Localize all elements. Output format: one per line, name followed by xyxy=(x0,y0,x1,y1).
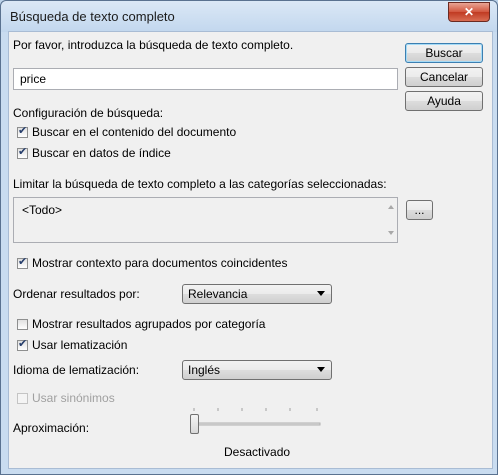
grouped-results-checkbox[interactable]: Mostrar resultados agrupados por categor… xyxy=(17,317,265,331)
search-content-checkbox[interactable]: Buscar en el contenido del documento xyxy=(17,124,237,139)
sort-selected-value: Relevancia xyxy=(188,287,248,301)
slider-thumb[interactable] xyxy=(190,414,199,434)
checkbox-icon[interactable] xyxy=(17,318,28,330)
search-content-label: Buscar en el contenido del documento xyxy=(32,125,237,139)
window-title: Búsqueda de texto completo xyxy=(10,9,175,24)
dialog-window: Búsqueda de texto completo ✕ Por favor, … xyxy=(0,0,498,475)
close-button[interactable]: ✕ xyxy=(448,2,490,22)
show-context-label: Mostrar contexto para documentos coincid… xyxy=(32,256,288,270)
lemmatization-checkbox[interactable]: Usar lematización xyxy=(17,337,128,352)
categories-list[interactable]: <Todo> xyxy=(13,197,398,243)
list-item[interactable]: <Todo> xyxy=(22,203,62,217)
config-heading: Configuración de búsqueda: xyxy=(13,106,164,120)
approximation-slider[interactable] xyxy=(189,405,322,435)
scroll-up-icon[interactable] xyxy=(388,205,394,209)
chevron-down-icon xyxy=(317,291,325,296)
search-index-checkbox[interactable]: Buscar en datos de índice xyxy=(17,145,171,160)
checkbox-icon[interactable] xyxy=(17,145,28,159)
lemma-language-value: Inglés xyxy=(188,363,221,377)
grouped-results-label: Mostrar resultados agrupados por categor… xyxy=(32,317,266,331)
search-index-label: Buscar en datos de índice xyxy=(32,146,171,160)
lemma-language-select[interactable]: Inglés xyxy=(182,360,332,380)
sort-label: Ordenar resultados por: xyxy=(13,287,140,301)
browse-categories-button[interactable]: ... xyxy=(406,200,433,220)
dialog-body: Por favor, introduzca la búsqueda de tex… xyxy=(8,31,493,469)
search-button[interactable]: Buscar xyxy=(405,43,483,63)
cancel-button[interactable]: Cancelar xyxy=(405,67,483,87)
checkbox-icon[interactable] xyxy=(17,337,28,351)
show-context-checkbox[interactable]: Mostrar contexto para documentos coincid… xyxy=(17,255,288,270)
scroll-down-icon[interactable] xyxy=(388,231,394,235)
approximation-label: Aproximación: xyxy=(13,421,90,435)
help-button[interactable]: Ayuda xyxy=(405,91,483,111)
slider-track-icon xyxy=(190,408,321,426)
search-input[interactable]: price xyxy=(13,68,398,90)
categories-label: Limitar la búsqueda de texto completo a … xyxy=(13,177,387,191)
checkbox-icon xyxy=(17,392,28,404)
search-prompt: Por favor, introduzca la búsqueda de tex… xyxy=(13,38,294,52)
synonyms-label: Usar sinónimos xyxy=(32,391,115,405)
checkbox-icon[interactable] xyxy=(17,255,28,269)
checkbox-icon[interactable] xyxy=(17,124,28,138)
approximation-value: Desactivado xyxy=(224,445,291,459)
chevron-down-icon xyxy=(317,367,325,372)
lemma-language-label: Idioma de lematización: xyxy=(13,363,140,377)
sort-select[interactable]: Relevancia xyxy=(182,284,332,304)
title-bar[interactable]: Búsqueda de texto completo ✕ xyxy=(1,1,497,32)
synonyms-checkbox: Usar sinónimos xyxy=(17,391,115,405)
lemmatization-label: Usar lematización xyxy=(32,338,128,352)
